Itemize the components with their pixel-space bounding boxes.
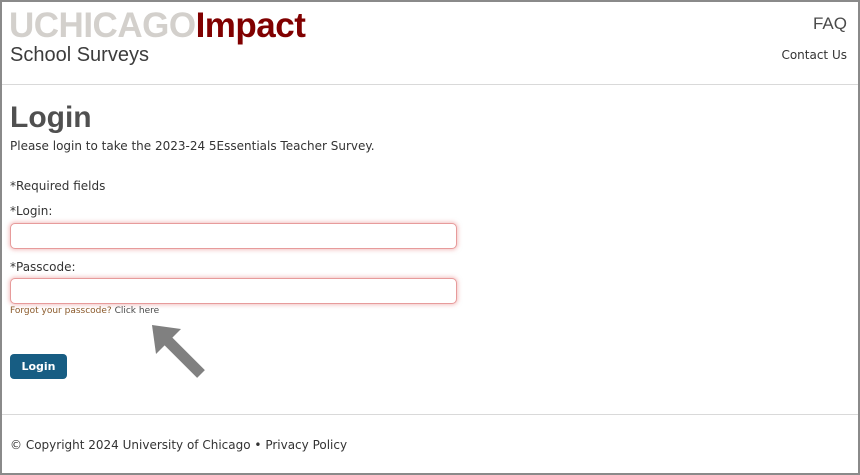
- forgot-passcode-click-here-link[interactable]: Click here: [115, 306, 160, 316]
- contact-us-link[interactable]: Contact Us: [781, 48, 847, 62]
- login-input[interactable]: [10, 223, 457, 249]
- site-subtitle: School Surveys: [10, 44, 149, 66]
- faq-link[interactable]: FAQ: [813, 14, 847, 34]
- privacy-policy-link[interactable]: Privacy Policy: [265, 438, 347, 452]
- passcode-field-label: *Passcode:: [10, 260, 76, 274]
- login-field-label: *Login:: [10, 204, 53, 218]
- arrow-pointer-icon: [152, 325, 205, 378]
- logo-text-uchicago: UCHICAGO: [9, 6, 196, 45]
- page-title: Login: [10, 101, 92, 134]
- footer-separator: •: [254, 438, 262, 452]
- footer-text: © Copyright 2024 University of Chicago •…: [10, 438, 347, 452]
- page-frame: UCHICAGOImpact School Surveys FAQ Contac…: [0, 0, 860, 475]
- required-fields-note: *Required fields: [10, 179, 106, 193]
- passcode-input[interactable]: [10, 278, 457, 304]
- logo-text-impact: Impact: [195, 6, 306, 45]
- login-button[interactable]: Login: [10, 354, 67, 379]
- forgot-passcode-text: Forgot your passcode?: [10, 306, 112, 316]
- copyright-text: © Copyright 2024 University of Chicago: [10, 438, 251, 452]
- uchicago-impact-logo[interactable]: UCHICAGOImpact: [9, 6, 306, 46]
- site-footer: © Copyright 2024 University of Chicago •…: [2, 414, 858, 474]
- survey-intro-text: Please login to take the 2023-24 5Essent…: [10, 139, 375, 153]
- site-header: UCHICAGOImpact School Surveys FAQ Contac…: [2, 2, 858, 85]
- forgot-passcode-row: Forgot your passcode? Click here: [10, 306, 159, 316]
